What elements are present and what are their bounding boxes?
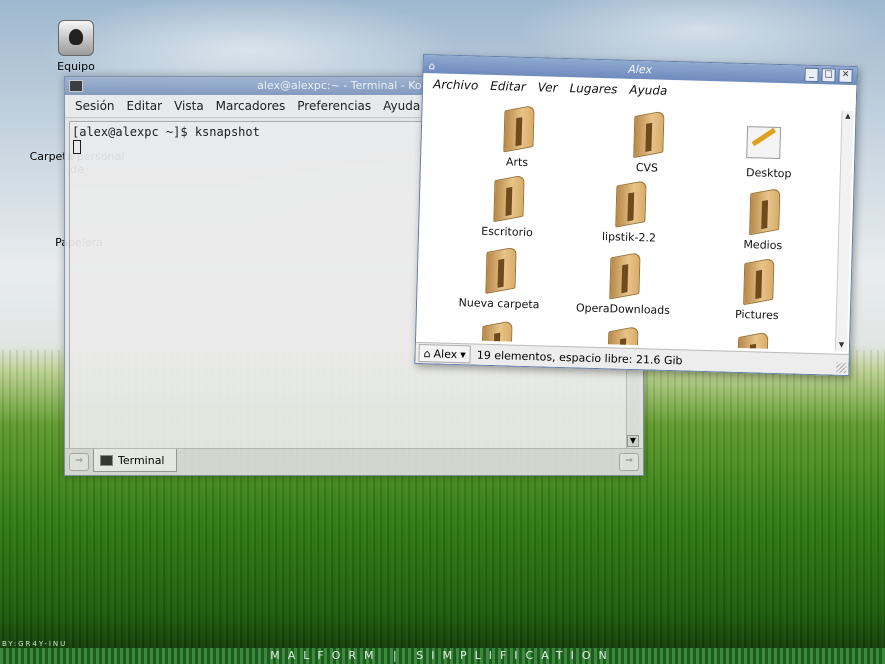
location-label: Alex: [433, 346, 458, 361]
desktop-icon-label: Equipo: [57, 60, 95, 73]
folder-item[interactable]: Desktop: [709, 119, 831, 181]
resize-grip[interactable]: [836, 362, 847, 373]
folder-label: Medios: [743, 238, 783, 253]
folder-item-partial[interactable]: [691, 333, 812, 351]
folder-icon: [607, 254, 640, 297]
desktop-icon-computer[interactable]: Equipo: [31, 20, 121, 73]
chevron-down-icon: ▾: [460, 347, 467, 361]
konsole-tabbar: ⇒ Terminal ⇒: [65, 448, 643, 475]
wallpaper-banner: MALFORM | SIMPLIFICATION: [0, 648, 885, 664]
menu-lugares[interactable]: Lugares: [563, 81, 623, 97]
fm-scrollbar[interactable]: ▲ ▼: [834, 110, 854, 351]
home-icon: ⌂: [423, 346, 431, 360]
folder-icon: [631, 113, 664, 156]
folder-item[interactable]: Nueva carpeta: [439, 248, 561, 312]
minimize-button[interactable]: _: [804, 67, 819, 83]
folder-item[interactable]: Pictures: [697, 259, 819, 323]
menu-ayuda[interactable]: Ayuda: [377, 99, 426, 113]
folder-icon: [735, 334, 768, 351]
scroll-up-icon[interactable]: ▲: [842, 111, 853, 122]
tab-terminal[interactable]: Terminal: [93, 449, 177, 472]
folder-label: CVS: [635, 160, 659, 175]
close-button[interactable]: ✕: [838, 68, 853, 83]
folder-item[interactable]: Arts: [457, 106, 579, 170]
folder-item[interactable]: OperaDownloads: [563, 253, 685, 317]
scroll-down-icon[interactable]: ▼: [836, 340, 847, 351]
fm-icon-view[interactable]: Arts CVS Desktop Escritorio lipstik-2.2 …: [422, 99, 839, 350]
folder-icon: [613, 182, 646, 225]
menu-vista[interactable]: Vista: [168, 99, 210, 113]
prompt-line: [alex@alexpc ~]$ ksnapshot: [72, 125, 260, 139]
folder-label: Pictures: [734, 307, 779, 323]
maximize-button[interactable]: □: [821, 68, 836, 83]
folder-label: Nueva carpeta: [458, 296, 540, 312]
folder-item[interactable]: Medios: [703, 189, 825, 253]
menu-editar[interactable]: Editar: [121, 99, 169, 113]
folder-item[interactable]: CVS: [587, 112, 709, 176]
location-button[interactable]: ⌂ Alex ▾: [418, 343, 472, 364]
folder-label: Arts: [505, 155, 529, 169]
menu-archivo[interactable]: Archivo: [427, 77, 484, 93]
file-manager-window[interactable]: ⌂ Alex _ □ ✕ Archivo Editar Ver Lugares …: [414, 54, 858, 377]
folder-icon: [483, 249, 516, 292]
text-cursor: [73, 140, 81, 154]
menu-sesion[interactable]: Sesión: [69, 99, 121, 113]
folder-icon: [501, 107, 534, 150]
scroll-down-icon[interactable]: ▼: [627, 435, 639, 447]
home-icon: ⌂: [428, 61, 436, 73]
computer-icon: [58, 20, 94, 56]
folder-item[interactable]: Escritorio: [447, 176, 569, 240]
new-session-button[interactable]: ⇒: [69, 453, 89, 471]
folder-label: OperaDownloads: [575, 301, 671, 317]
folder-icon: [741, 260, 774, 303]
folder-item[interactable]: lipstik-2.2: [569, 181, 691, 245]
folder-label: Escritorio: [481, 224, 534, 240]
window-title: Alex: [628, 62, 653, 77]
folder-label: lipstik-2.2: [601, 230, 657, 245]
wallpaper-credit: BY:GR4Y-INU: [2, 640, 68, 648]
terminal-icon: [100, 454, 113, 466]
folder-icon: [747, 190, 780, 233]
desktop-folder-icon: [746, 120, 793, 163]
terminal-icon: [69, 80, 83, 92]
tab-label: Terminal: [118, 453, 165, 467]
status-text: 19 elementos, espacio libre: 21.6 Gib: [476, 348, 683, 367]
menu-editar[interactable]: Editar: [484, 79, 532, 94]
menu-preferencias[interactable]: Preferencias: [291, 99, 377, 113]
close-session-button[interactable]: ⇒: [619, 453, 639, 471]
folder-label: Desktop: [745, 166, 792, 181]
folder-icon: [491, 177, 524, 220]
menu-marcadores[interactable]: Marcadores: [210, 99, 292, 113]
menu-ver[interactable]: Ver: [532, 80, 564, 95]
menu-ayuda[interactable]: Ayuda: [623, 83, 673, 98]
